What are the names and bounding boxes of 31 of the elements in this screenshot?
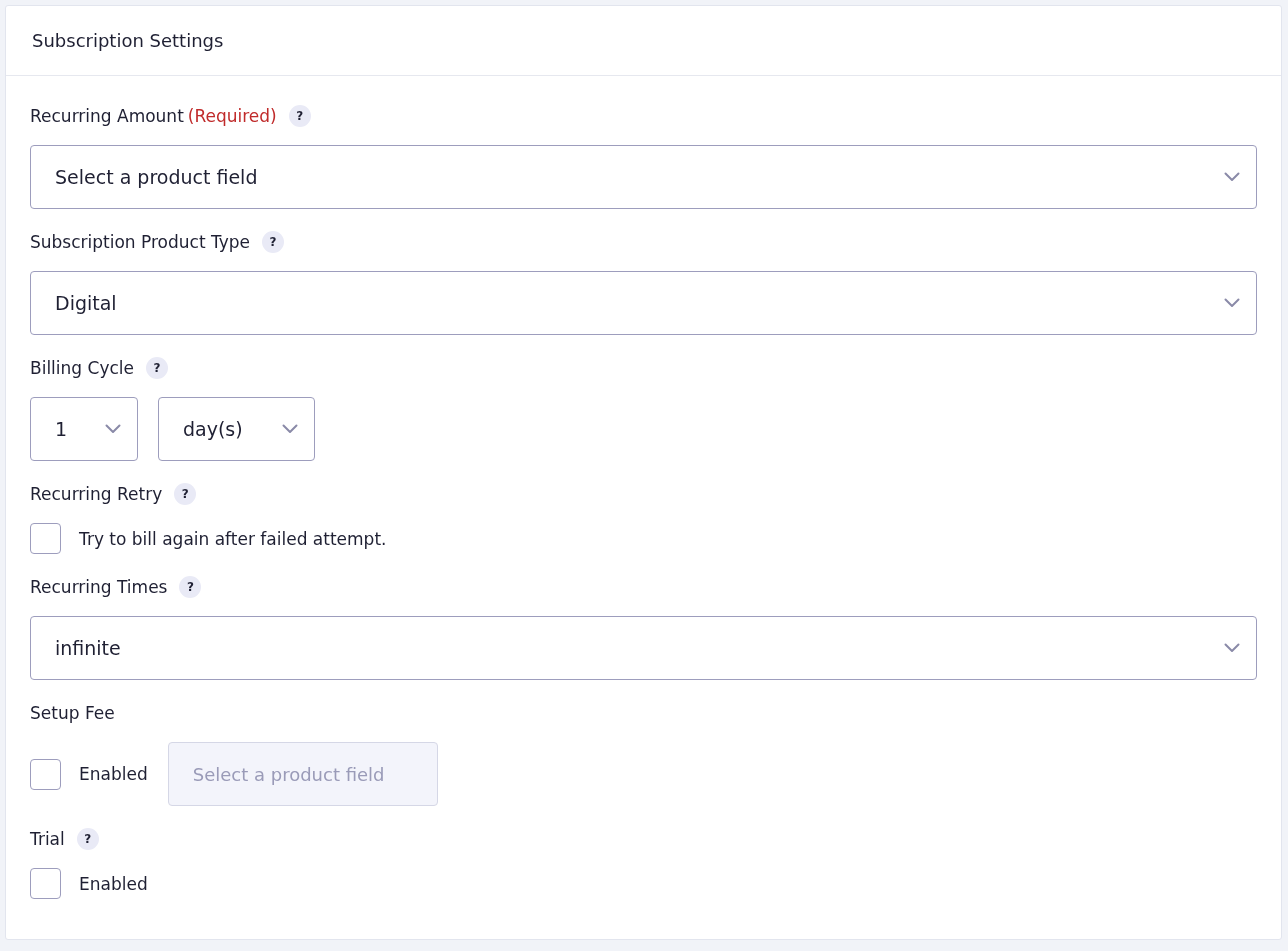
panel-title: Subscription Settings (32, 30, 224, 51)
help-icon[interactable]: ? (146, 357, 168, 379)
select-field[interactable]: 1 (30, 397, 138, 461)
field-label: Trial (30, 829, 65, 849)
field-label: Recurring Times (30, 577, 168, 597)
checkbox[interactable] (30, 868, 61, 899)
select-field[interactable]: infinite (30, 616, 1257, 680)
help-icon[interactable]: ? (288, 105, 311, 127)
checkbox[interactable] (30, 523, 61, 554)
field-label: Billing Cycle (30, 358, 134, 378)
chevron-down-icon (1224, 298, 1240, 308)
help-icon[interactable]: ? (179, 576, 202, 598)
checkbox-label: Enabled (79, 764, 148, 784)
chevron-down-icon (1224, 172, 1240, 182)
checkbox-label: Enabled (79, 873, 148, 894)
chevron-down-icon (282, 424, 298, 434)
select-field[interactable]: Digital (30, 271, 1257, 335)
chevron-down-icon (1224, 643, 1240, 653)
help-icon[interactable]: ? (174, 483, 197, 505)
field-label: Subscription Product Type (30, 232, 251, 252)
field-label: Recurring Retry (30, 484, 163, 504)
help-icon[interactable]: ? (262, 231, 285, 253)
select-field[interactable]: Select a product field (30, 145, 1257, 209)
select-field[interactable]: day(s) (158, 397, 315, 461)
help-icon[interactable]: ? (76, 828, 99, 850)
checkbox-label: Try to bill again after failed attempt. (79, 528, 387, 549)
field-label: Recurring Amount (30, 106, 184, 126)
chevron-down-icon (105, 424, 121, 434)
field-label: Setup Fee (30, 703, 115, 723)
checkbox[interactable] (30, 758, 61, 790)
required-marker: (Required) (187, 106, 277, 126)
